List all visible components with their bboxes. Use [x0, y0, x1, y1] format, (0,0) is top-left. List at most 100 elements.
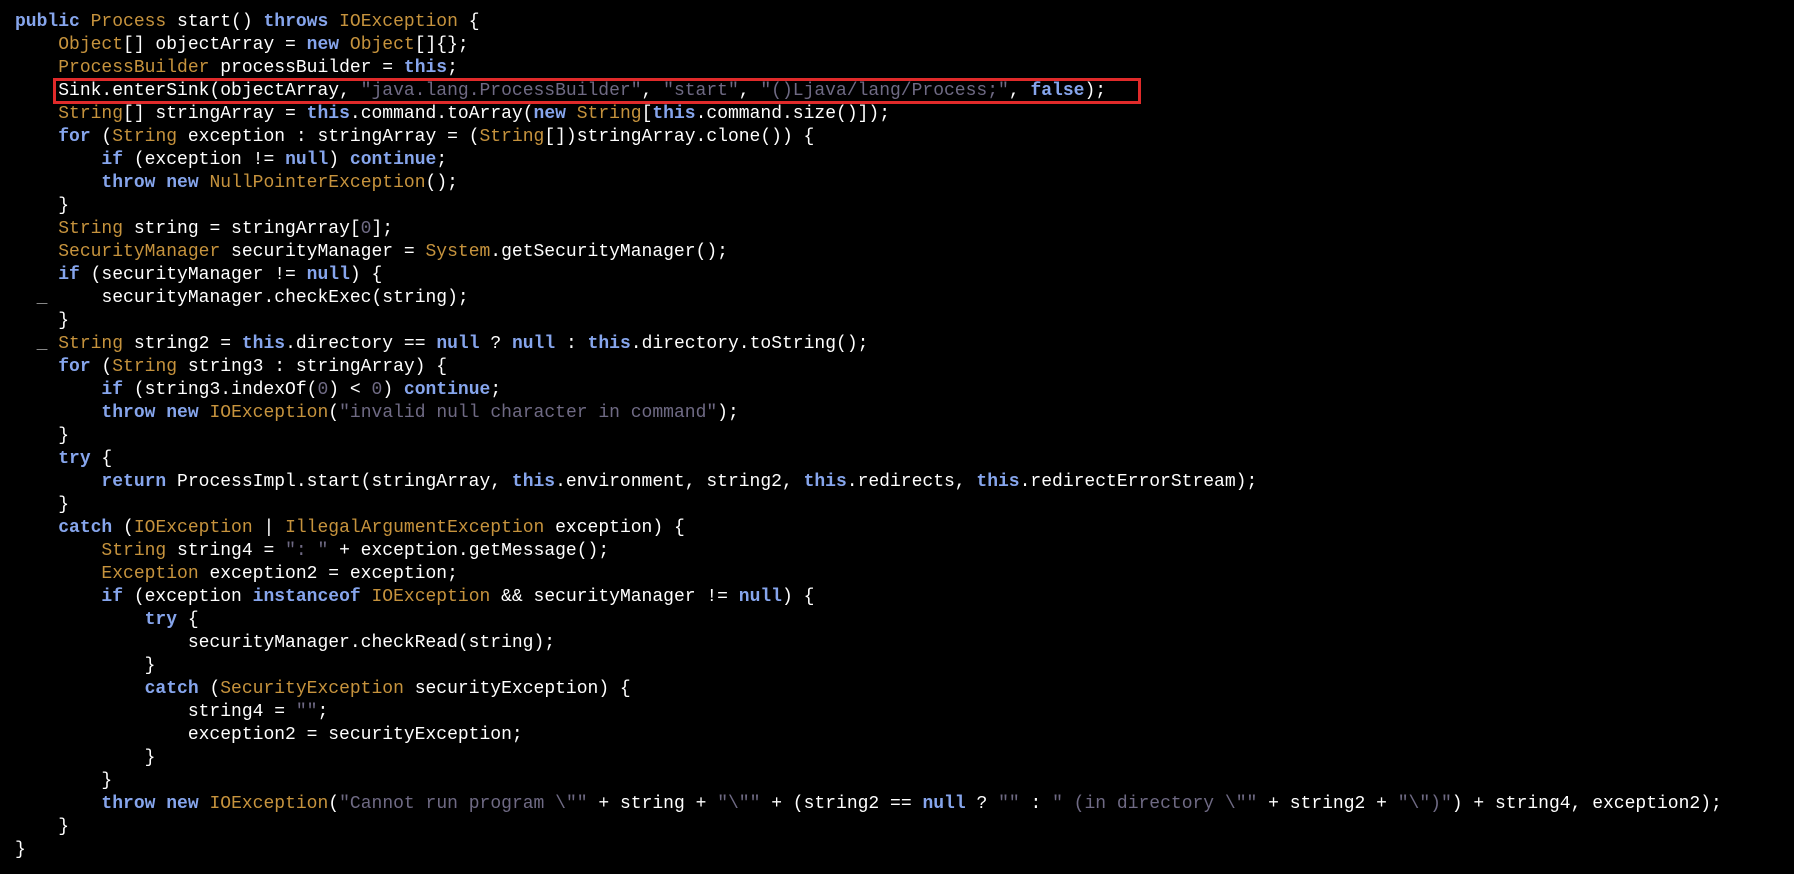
- code-text: (: [198, 679, 221, 699]
- code-text: {: [177, 610, 199, 630]
- code-keyword: return: [101, 472, 167, 492]
- code-text: [])stringArray.clone()) {: [544, 127, 815, 147]
- code-keyword: this: [511, 472, 556, 492]
- code-type: SecurityException: [220, 679, 404, 699]
- code-text: (: [112, 518, 134, 538]
- code-line: _ String string2 = this.directory == nul…: [15, 333, 1722, 356]
- code-line: string4 = "";: [15, 701, 1722, 724]
- code-type: IOException: [209, 403, 329, 423]
- code-keyword: null: [306, 265, 350, 285]
- code-text: ?: [479, 334, 512, 354]
- code-keyword: if: [101, 380, 124, 400]
- code-type: IOException: [209, 794, 329, 814]
- code-line: }: [15, 425, 1722, 448]
- code-text: ?: [965, 794, 999, 814]
- code-string: " (in directory \"": [1052, 794, 1258, 814]
- code-gutter-mark: _: [15, 334, 59, 354]
- code-line: exception2 = securityException;: [15, 724, 1722, 747]
- code-string: "()Ljava/lang/Process;": [760, 81, 1009, 101]
- code-line: String[] stringArray = this.command.toAr…: [15, 103, 1722, 126]
- code-string: "invalid null character in command": [339, 403, 718, 423]
- code-keyword: catch: [58, 518, 113, 538]
- code-keyword: if: [101, 587, 124, 607]
- code-type: String: [112, 127, 178, 147]
- code-text: ,: [1008, 81, 1031, 101]
- code-type: IOException: [133, 518, 253, 538]
- code-type: IllegalArgumentException: [285, 518, 545, 538]
- code-text: string2 =: [123, 334, 242, 354]
- code-line: }: [15, 310, 1722, 333]
- code-line: }: [15, 816, 1722, 839]
- code-text: + exception.getMessage();: [328, 541, 610, 561]
- code-text: + (string2 ==: [760, 794, 923, 814]
- code-line: if (exception instanceof IOException && …: [15, 586, 1722, 609]
- code-line: if (exception != null) continue;: [15, 149, 1722, 172]
- code-text: (: [90, 357, 113, 377]
- code-line: }: [15, 747, 1722, 770]
- code-type: String: [58, 104, 124, 124]
- code-text: [: [641, 104, 653, 124]
- code-text: exception) {: [544, 518, 685, 538]
- code-type: String: [479, 127, 545, 147]
- code-text: [] objectArray =: [123, 35, 307, 55]
- code-text: (exception !=: [123, 150, 286, 170]
- code-text: processBuilder =: [209, 58, 404, 78]
- code-keyword: continue: [403, 380, 491, 400]
- code-string: "start": [663, 81, 739, 101]
- code-keyword: if: [58, 265, 80, 285]
- code-string: "": [295, 702, 318, 722]
- code-text: :: [555, 334, 588, 354]
- code-number: 0: [371, 380, 383, 400]
- code-type: IOException: [371, 587, 491, 607]
- code-keyword: this: [587, 334, 631, 354]
- code-text: exception2 = exception;: [198, 564, 458, 584]
- code-line: }: [15, 655, 1722, 678]
- code-line: String string4 = ": " + exception.getMes…: [15, 540, 1722, 563]
- code-keyword: null: [738, 587, 782, 607]
- code-line: _ securityManager.checkExec(string);: [15, 287, 1722, 310]
- code-keyword: try: [58, 449, 91, 469]
- code-text: securityManager.checkExec(string);: [101, 288, 469, 308]
- code-text: ProcessImpl.start(stringArray,: [166, 472, 512, 492]
- code-line: try {: [15, 448, 1722, 471]
- code-line: if (string3.indexOf(0) < 0) continue;: [15, 379, 1722, 402]
- code-keyword: new: [306, 35, 340, 55]
- code-text: .redirectErrorStream);: [1019, 472, 1258, 492]
- code-text: string = stringArray[: [123, 219, 361, 239]
- code-type: String: [576, 104, 642, 124]
- code-keyword: catch: [144, 679, 199, 699]
- code-text: []{};: [414, 35, 469, 55]
- code-line: ProcessBuilder processBuilder = this;: [15, 57, 1722, 80]
- code-line: catch (IOException | IllegalArgumentExce…: [15, 517, 1722, 540]
- code-text: ;: [436, 150, 448, 170]
- code-gutter-mark: _: [15, 288, 59, 308]
- code-line: }: [15, 195, 1722, 218]
- code-keyword: null: [436, 334, 480, 354]
- code-keyword: new: [533, 104, 566, 124]
- code-type: System: [425, 242, 491, 262]
- code-text: .directory.toString();: [630, 334, 869, 354]
- code-text: ;: [490, 380, 502, 400]
- code-keyword: for: [58, 127, 91, 147]
- code-keyword: for: [58, 357, 91, 377]
- code-text: string4 =: [166, 541, 286, 561]
- code-text: }: [101, 771, 113, 791]
